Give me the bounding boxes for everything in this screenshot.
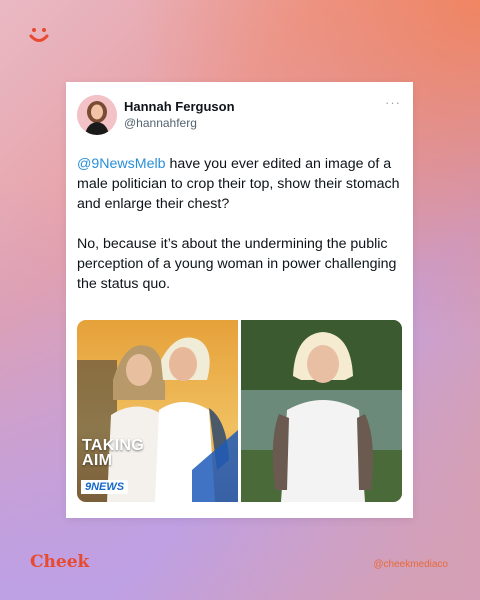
news-broadcast-image-icon [77,320,238,502]
cheek-smile-logo-icon [29,28,49,42]
overlay-line-2: AIM [82,452,113,469]
author-handle[interactable]: @hannahferg [124,116,197,130]
author-name[interactable]: Hannah Ferguson [124,99,235,114]
mention-link[interactable]: @9NewsMelb [77,156,166,172]
tweet-text-paragraph-2: No, because it’s about the undermining t… [77,236,397,292]
overlay-line-1: TAKING [82,437,144,454]
tweet-text-paragraph-1: @9NewsMelb have you ever edited an image… [77,154,407,214]
more-options-icon[interactable]: ··· [385,95,401,110]
media-image-original-photo[interactable] [241,320,402,502]
news-channel-logo: 9NEWS [81,480,129,494]
footer-handle: @cheekmediaco [373,559,448,570]
broadcast-overlay-text: TAKING AIM [82,437,144,469]
media-image-news-broadcast[interactable]: TAKING AIM 9NEWS [77,320,238,502]
avatar[interactable] [77,95,117,135]
cheek-brand-wordmark: Cheek [30,552,90,572]
tweet-card: Hannah Ferguson @hannahferg ··· @9NewsMe… [66,82,413,518]
original-photo-image-icon [241,320,402,502]
